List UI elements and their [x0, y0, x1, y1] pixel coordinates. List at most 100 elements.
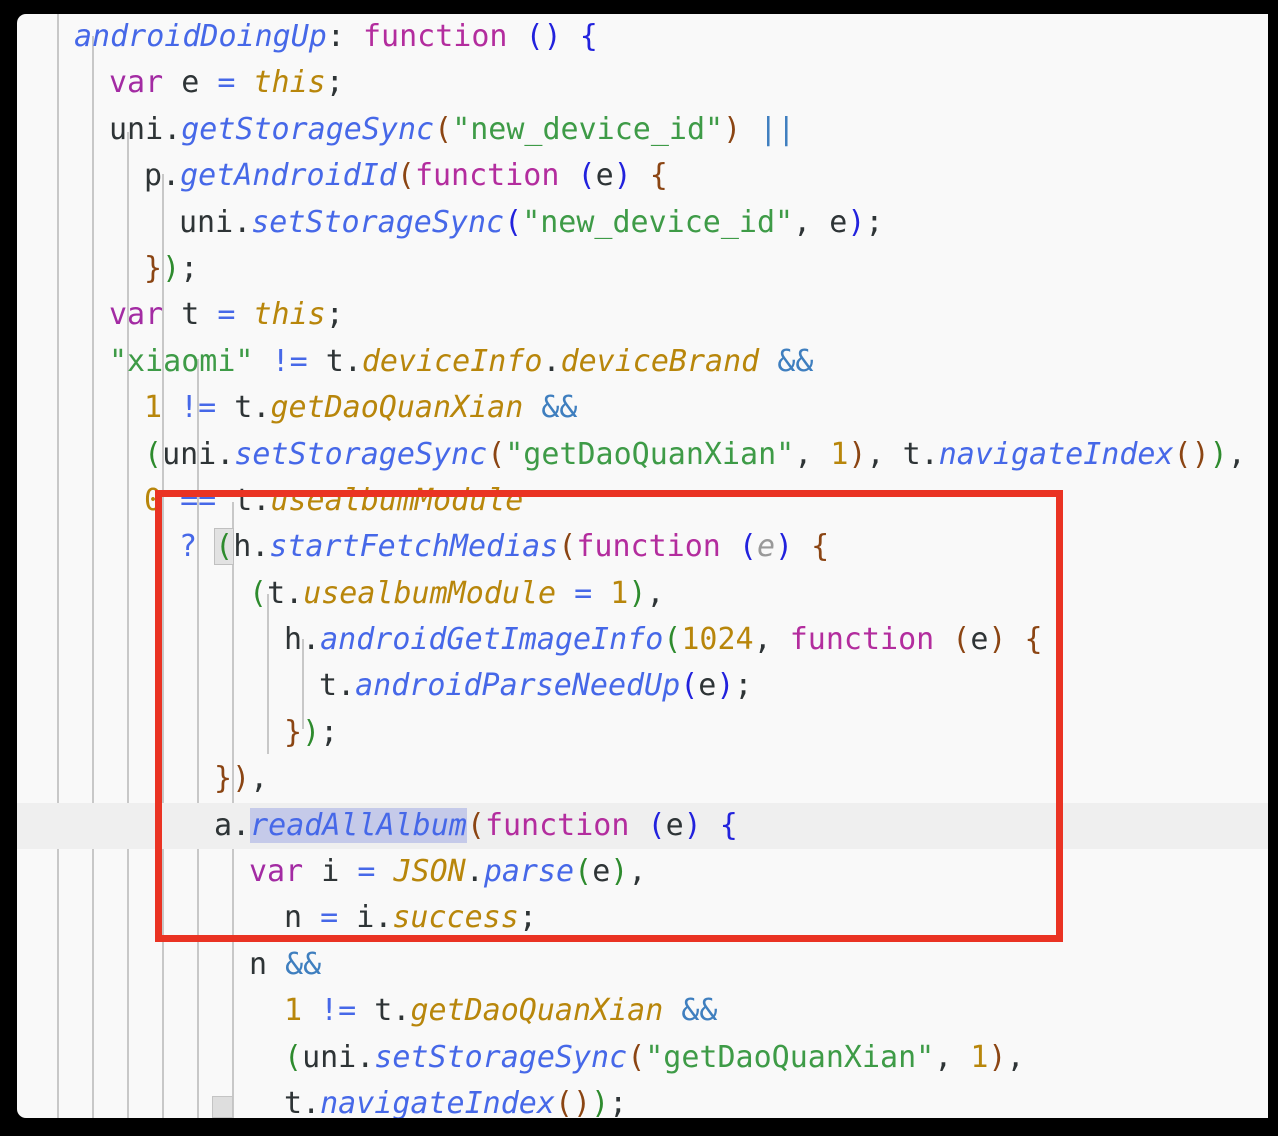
- code-token: .: [251, 529, 270, 565]
- code-token: navigateIndex: [938, 436, 1174, 472]
- code-token: (: [738, 529, 757, 565]
- code-token: setStorageSync: [234, 436, 488, 472]
- code-token: this: [253, 65, 326, 101]
- code-token: ): [683, 807, 702, 843]
- code-token: uni: [162, 436, 217, 472]
- code-token: e: [970, 622, 989, 658]
- code-token: parse: [483, 854, 575, 890]
- code-token: uni: [109, 111, 164, 147]
- code-line[interactable]: androidDoingUp: function () {: [17, 14, 1268, 60]
- code-token: !=: [320, 993, 357, 1029]
- code-token: 1: [830, 436, 849, 472]
- code-token: ||: [759, 111, 796, 147]
- code-token: t: [307, 343, 344, 379]
- code-token: uni: [302, 1039, 357, 1075]
- code-token: ): [775, 529, 794, 565]
- code-token: var: [249, 854, 304, 890]
- code-token: t: [163, 297, 218, 333]
- code-token: }: [214, 761, 233, 797]
- code-token: ,: [250, 761, 269, 797]
- code-token: function: [789, 622, 935, 658]
- code-line[interactable]: (t.usealbumModule = 1),: [17, 571, 1268, 617]
- code-token: "getDaoQuanXian": [505, 436, 795, 472]
- code-token: (: [558, 529, 577, 565]
- code-token: ): [543, 19, 562, 54]
- code-token: t: [216, 482, 253, 518]
- code-token: ==: [180, 482, 217, 518]
- code-token: h: [284, 622, 303, 658]
- code-token: p: [144, 158, 163, 194]
- code-token: setStorageSync: [251, 204, 505, 240]
- code-token: usealbumModule: [303, 575, 557, 611]
- code-line[interactable]: var i = JSON.parse(e),: [17, 849, 1268, 895]
- code-token: &&: [777, 343, 814, 379]
- code-line[interactable]: uni.getStorageSync("new_device_id") ||: [17, 107, 1268, 153]
- code-lines[interactable]: androidDoingUp: function () {var e = thi…: [17, 14, 1268, 1118]
- code-token: startFetchMedias: [269, 529, 559, 565]
- code-token: (: [284, 1039, 303, 1075]
- code-line[interactable]: t.androidParseNeedUp(e);: [17, 663, 1268, 709]
- code-token: =: [574, 575, 593, 611]
- code-token: (: [466, 807, 485, 843]
- code-line[interactable]: });: [17, 246, 1268, 292]
- code-token: function: [484, 807, 630, 843]
- code-token: androidParseNeedUp: [355, 668, 681, 704]
- code-line[interactable]: var e = this;: [17, 60, 1268, 106]
- code-token: usealbumModule: [270, 482, 524, 518]
- code-token: ): [847, 204, 866, 240]
- code-line[interactable]: 0 == t.usealbumModule: [17, 478, 1268, 524]
- code-token: function: [576, 529, 721, 565]
- code-line[interactable]: n = i.success;: [17, 895, 1268, 941]
- code-token: ): [610, 854, 629, 890]
- code-token: this: [253, 297, 326, 333]
- code-line[interactable]: ? (h.startFetchMedias(function (e) {: [17, 524, 1268, 570]
- collapsed-block-stub[interactable]: [212, 1096, 233, 1118]
- code-token: 1: [144, 390, 163, 426]
- code-line[interactable]: 1 != t.getDaoQuanXian &&: [17, 988, 1268, 1034]
- code-line[interactable]: (uni.setStorageSync("getDaoQuanXian", 1)…: [17, 1035, 1268, 1081]
- code-token: (: [1173, 436, 1192, 472]
- code-token: "new_device_id": [522, 204, 794, 240]
- code-line[interactable]: }),: [17, 756, 1268, 802]
- code-token: androidDoingUp: [74, 19, 327, 54]
- code-line[interactable]: var t = this;: [17, 292, 1268, 338]
- code-token: .: [343, 343, 362, 379]
- code-line[interactable]: "xiaomi" != t.deviceInfo.deviceBrand &&: [17, 339, 1268, 385]
- code-token: ): [716, 668, 735, 704]
- code-line[interactable]: });: [17, 710, 1268, 756]
- code-token: JSON: [393, 854, 466, 890]
- code-token: ): [302, 714, 321, 750]
- code-line[interactable]: uni.setStorageSync("new_device_id", e);: [17, 200, 1268, 246]
- code-token: &&: [541, 390, 578, 426]
- code-token: ;: [180, 250, 199, 286]
- code-token: ): [613, 158, 632, 194]
- code-line[interactable]: n &&: [17, 942, 1268, 988]
- code-token: .: [356, 1039, 375, 1075]
- code-line[interactable]: a.readAllAlbum(function (e) {: [17, 802, 1268, 850]
- code-line[interactable]: h.androidGetImageInfo(1024, function (e)…: [17, 617, 1268, 663]
- code-editor-surface[interactable]: androidDoingUp: function () {var e = thi…: [17, 14, 1268, 1118]
- code-line[interactable]: p.getAndroidId(function (e) {: [17, 153, 1268, 199]
- code-line[interactable]: t.navigateIndex());: [17, 1081, 1268, 1118]
- code-token: .: [374, 900, 393, 936]
- code-token: n: [249, 946, 268, 982]
- code-token: {: [649, 158, 668, 194]
- code-token: =: [320, 900, 339, 936]
- code-token: getAndroidId: [180, 158, 397, 194]
- code-token: .: [542, 343, 561, 379]
- code-token: setStorageSync: [374, 1039, 628, 1075]
- code-token: (: [525, 19, 544, 54]
- code-token: ;: [325, 65, 344, 101]
- code-token: androidGetImageInfo: [320, 622, 664, 658]
- code-token: .: [465, 854, 484, 890]
- code-token: 1: [970, 1039, 989, 1075]
- code-line[interactable]: 1 != t.getDaoQuanXian &&: [17, 385, 1268, 431]
- code-line[interactable]: (uni.setStorageSync("getDaoQuanXian", 1)…: [17, 432, 1268, 478]
